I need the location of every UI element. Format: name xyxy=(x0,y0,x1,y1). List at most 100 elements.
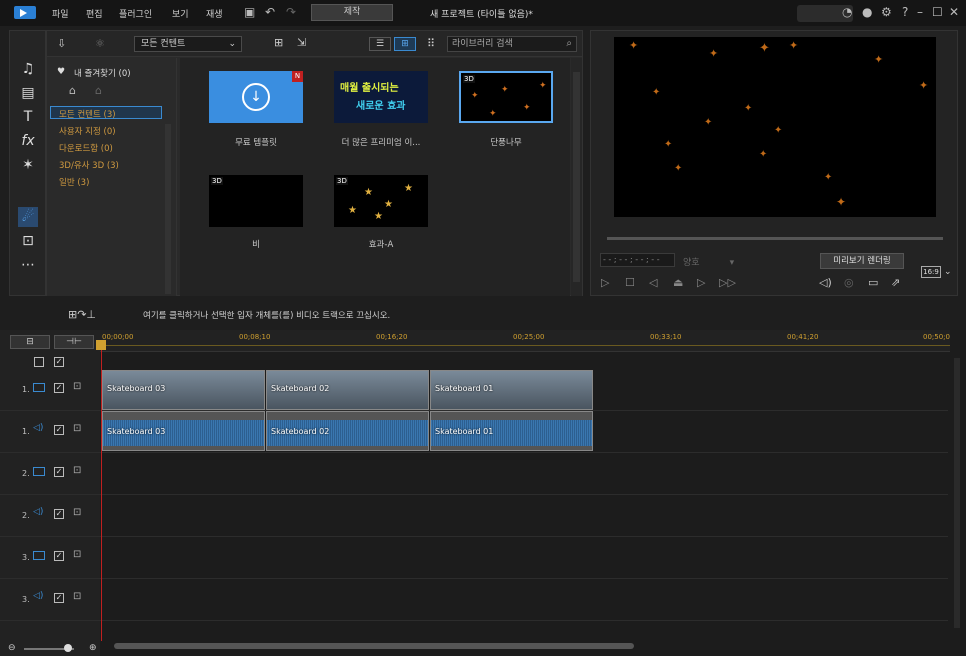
chevron-down-icon[interactable]: ⌄ xyxy=(944,267,952,277)
scroll-thumb[interactable] xyxy=(954,358,960,628)
menu-plugin[interactable]: 플러그인 xyxy=(119,7,152,20)
zoom-slider-handle[interactable] xyxy=(64,644,72,652)
play-icon[interactable]: ▷ xyxy=(601,276,609,289)
lock-icon[interactable]: ⊡ xyxy=(73,591,81,602)
fit-timeline-button[interactable]: ⊣⊢ xyxy=(54,335,94,349)
audio-clip[interactable]: Skateboard 03 xyxy=(102,411,265,451)
stop-icon[interactable]: ☐ xyxy=(625,276,635,289)
timeline-ruler[interactable]: 00;00;00 00;08;10 00;16;20 00;25;00 00;3… xyxy=(100,330,950,352)
download-icon[interactable]: ⇲ xyxy=(297,36,306,49)
zoom-in-icon[interactable]: ⊕ xyxy=(89,643,97,653)
lock-icon[interactable]: ⊡ xyxy=(73,507,81,518)
help-icon[interactable]: ? xyxy=(902,5,908,19)
tree-scrollbar[interactable] xyxy=(165,124,171,294)
playhead-handle[interactable] xyxy=(96,340,106,350)
subtitle-icon[interactable]: ▭ xyxy=(868,276,878,289)
remove-tag-icon[interactable]: ⌂ xyxy=(95,84,102,97)
aspect-ratio-button[interactable]: 16:9 xyxy=(921,266,941,278)
split-icon[interactable]: ⏏ xyxy=(673,276,683,289)
thumbnail-size-icon[interactable]: ⠿ xyxy=(427,37,435,50)
scroll-thumb[interactable] xyxy=(114,643,634,649)
add-tag-icon[interactable]: ⌂ xyxy=(69,84,76,97)
new-file-icon[interactable]: ⊞ xyxy=(274,36,283,49)
lock-icon[interactable]: ⊡ xyxy=(73,465,81,476)
undock-icon[interactable]: ⇗ xyxy=(891,276,900,289)
video-clip[interactable]: Skateboard 02 xyxy=(266,370,429,410)
help-circle-icon[interactable]: ● xyxy=(862,5,872,19)
tree-item-general[interactable]: 일반 (3) xyxy=(59,176,89,188)
thumb-rain[interactable]: 3D xyxy=(209,175,303,227)
search-icon[interactable]: ⌕ xyxy=(566,37,572,51)
produce-button[interactable]: 제작 xyxy=(311,4,393,21)
maximize-icon[interactable]: ☐ xyxy=(932,5,943,19)
content-filter-dropdown[interactable]: 모든 컨텐트 ⌄ xyxy=(134,36,242,52)
lock-icon[interactable]: ⊡ xyxy=(73,549,81,560)
more-icon[interactable]: ⋯ xyxy=(18,255,38,275)
toggle-all-tracks-checkbox[interactable] xyxy=(34,357,44,367)
import-icon[interactable]: ⇩ xyxy=(57,37,66,50)
track-enable-checkbox[interactable]: ✓ xyxy=(54,593,64,603)
video-clip[interactable]: Skateboard 03 xyxy=(102,370,265,410)
list-view-icon[interactable]: ☰ xyxy=(369,37,391,51)
quality-dropdown[interactable]: 양호 ▾ xyxy=(683,255,734,268)
tree-item-custom[interactable]: 사용자 지정 (0) xyxy=(59,125,116,137)
track-enable-checkbox[interactable]: ✓ xyxy=(54,425,64,435)
save-icon[interactable]: ▣ xyxy=(244,5,255,19)
close-icon[interactable]: ✕ xyxy=(949,5,959,19)
timecode-display[interactable]: - - ; - - ; - - ; - - xyxy=(600,253,675,267)
track-tools-icon[interactable]: ⊞↷⊥ xyxy=(68,308,96,321)
menu-view[interactable]: 보기 xyxy=(172,7,189,20)
menu-edit[interactable]: 편집 xyxy=(86,7,103,20)
track-manager-button[interactable]: ⊟ xyxy=(10,335,50,349)
menu-play[interactable]: 재생 xyxy=(206,7,223,20)
audio-clip[interactable]: Skateboard 01 xyxy=(430,411,593,451)
library-search-input[interactable]: 라이브러리 검색 ⌕ xyxy=(447,36,577,52)
update-icon[interactable]: ◔ xyxy=(842,5,852,19)
fast-forward-icon[interactable]: ▷▷ xyxy=(719,276,736,289)
thumb-premium[interactable]: 매월 출시되는 새로운 효과 xyxy=(334,71,428,123)
grid-view-icon[interactable]: ⊞ xyxy=(394,37,416,51)
plugin-icon[interactable]: ⚛ xyxy=(95,37,105,50)
transition-room-icon[interactable]: ⊡ xyxy=(18,231,38,251)
timeline-horizontal-scrollbar[interactable] xyxy=(100,641,948,652)
redo-icon[interactable]: ↷ xyxy=(286,5,296,19)
thumb-free-template[interactable]: ↓ N xyxy=(209,71,303,123)
audio-track-icon: ◁) xyxy=(33,423,44,433)
lock-icon[interactable]: ⊡ xyxy=(73,423,81,434)
audio-clip[interactable]: Skateboard 02 xyxy=(266,411,429,451)
timeline-vertical-scrollbar[interactable] xyxy=(951,352,963,640)
snapshot-icon[interactable]: ◎ xyxy=(844,276,854,289)
lock-icon[interactable]: ⊡ xyxy=(73,381,81,392)
pip-room-icon[interactable]: ✶ xyxy=(18,155,38,175)
track-enable-checkbox[interactable]: ✓ xyxy=(54,467,64,477)
preview-progress-bar[interactable] xyxy=(607,237,943,240)
scroll-track[interactable] xyxy=(573,72,580,282)
track-enable-checkbox[interactable]: ✓ xyxy=(54,551,64,561)
preview-render-button[interactable]: 미리보기 렌더링 xyxy=(820,253,904,269)
template-room-icon[interactable]: ▤ xyxy=(18,83,38,103)
media-room-icon[interactable]: ♫ xyxy=(18,59,38,79)
track-enable-checkbox[interactable]: ✓ xyxy=(54,509,64,519)
prev-frame-icon[interactable]: ◁ xyxy=(649,276,657,289)
minimize-icon[interactable]: – xyxy=(917,5,923,19)
next-frame-icon[interactable]: ▷ xyxy=(697,276,705,289)
video-clip[interactable]: Skateboard 01 xyxy=(430,370,593,410)
library-scrollbar[interactable] xyxy=(571,58,582,296)
undo-icon[interactable]: ↶ xyxy=(265,5,275,19)
title-room-icon[interactable]: T xyxy=(18,107,38,127)
tree-item-downloaded[interactable]: 다운로드함 (0) xyxy=(59,142,113,154)
tree-item-all[interactable]: 모든 컨텐트 (3) xyxy=(59,108,116,120)
thumb-effect-a[interactable]: 3D ★ ★ ★ ★ ★ xyxy=(334,175,428,227)
fx-room-icon[interactable]: fx xyxy=(18,131,38,151)
tree-favorites[interactable]: 내 즐겨찾기 (0) xyxy=(74,67,131,79)
menu-file[interactable]: 파일 xyxy=(52,7,69,20)
track-enable-checkbox[interactable]: ✓ xyxy=(54,383,64,393)
playhead[interactable] xyxy=(101,342,102,642)
enable-all-checkbox[interactable]: ✓ xyxy=(54,357,64,367)
thumb-maple[interactable]: 3D ✦ ✦ ✦ ✦ ✦ xyxy=(459,71,553,123)
settings-icon[interactable]: ⚙ xyxy=(881,5,892,19)
particle-room-icon[interactable]: ☄ xyxy=(18,207,38,227)
tree-item-3d[interactable]: 3D/유사 3D (3) xyxy=(59,159,119,171)
volume-icon[interactable]: ◁) xyxy=(819,276,832,289)
zoom-out-icon[interactable]: ⊖ xyxy=(8,643,16,653)
